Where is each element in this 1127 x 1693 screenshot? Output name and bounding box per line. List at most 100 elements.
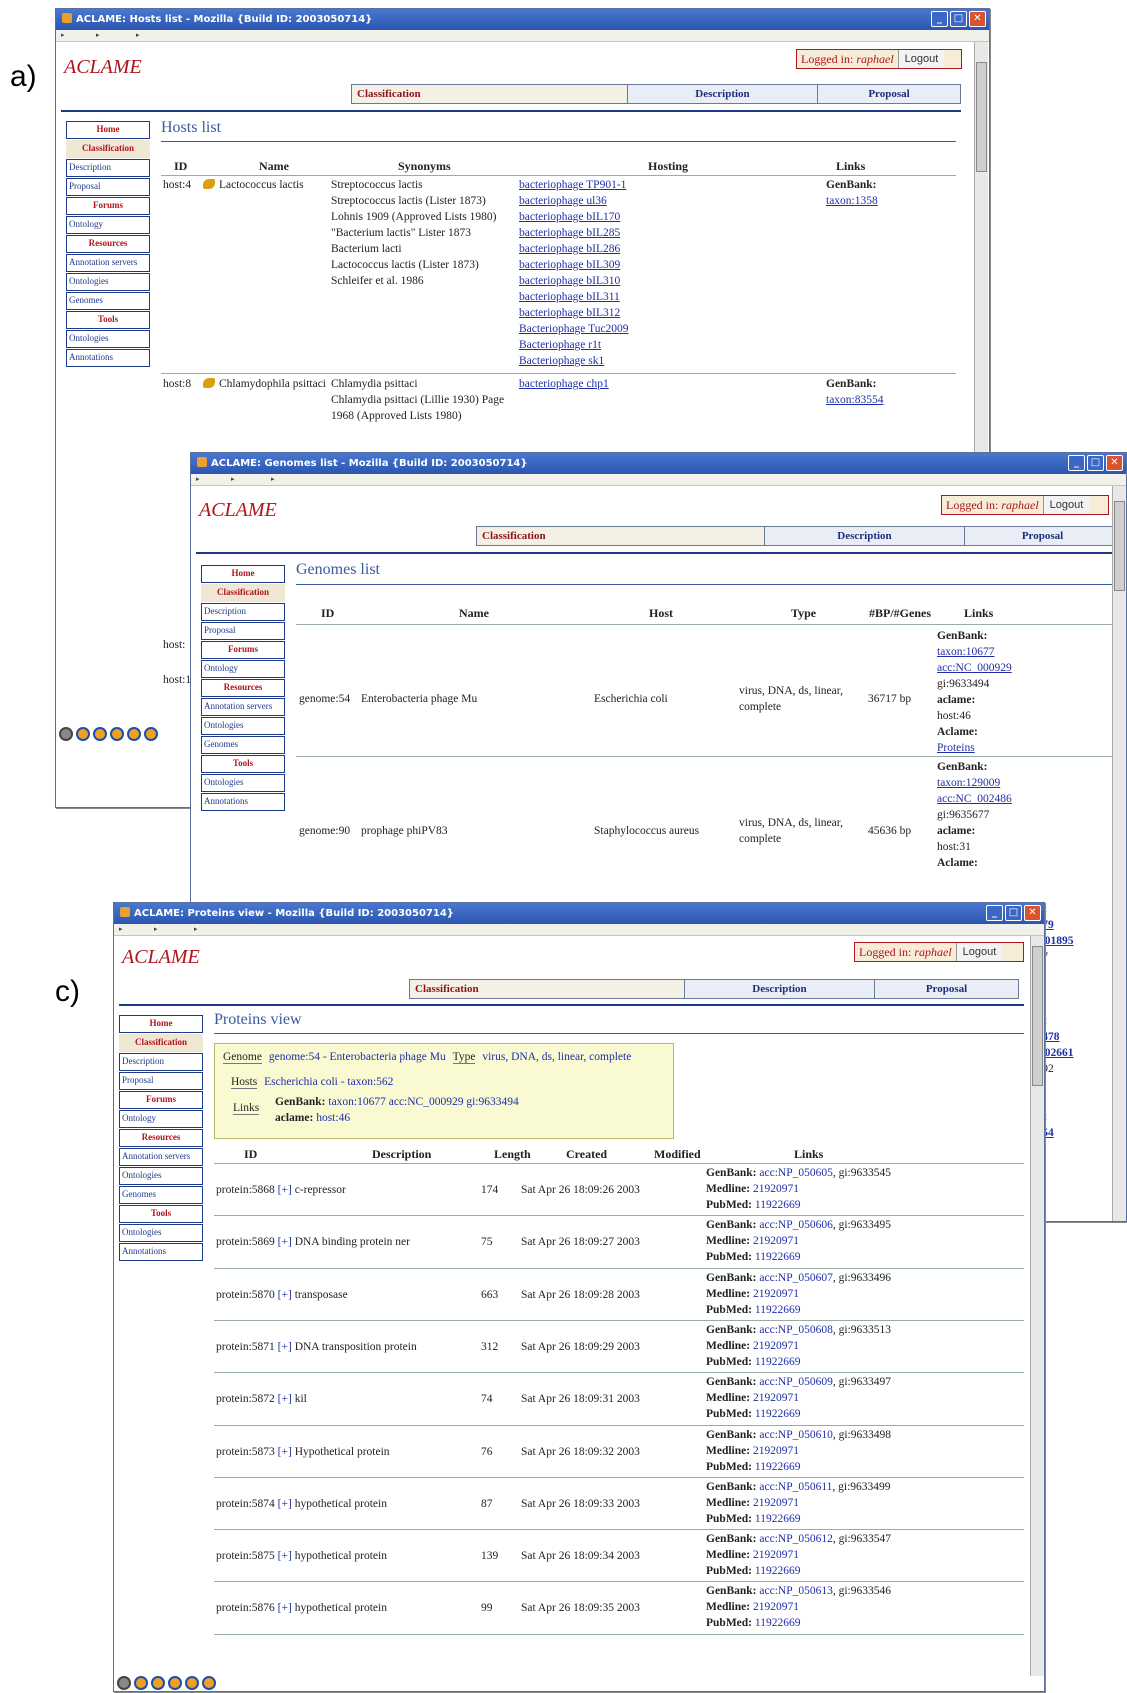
close-button[interactable]: ✕ [1106, 455, 1123, 471]
hosting-link[interactable]: bacteriophage bIL311 [519, 289, 629, 305]
protein-id[interactable]: protein:5873 [216, 1446, 275, 1458]
tab-proposal[interactable]: Proposal [875, 980, 1018, 998]
aclame-value[interactable]: host:46 [316, 1112, 350, 1124]
hosting-link[interactable]: bacteriophage bIL310 [519, 273, 629, 289]
medline-link[interactable]: 21920971 [753, 1392, 799, 1404]
sidebar-item-genomes[interactable]: Genomes [201, 736, 285, 754]
tab-description[interactable]: Description [685, 980, 875, 998]
pubmed-link[interactable]: 11922669 [755, 1251, 801, 1263]
status-icon[interactable] [117, 1676, 131, 1690]
medline-link[interactable]: 21920971 [753, 1601, 799, 1613]
sidebar-item-ontology[interactable]: Ontology [66, 216, 150, 234]
acc-link[interactable]: acc:NC_000929 [937, 660, 1012, 676]
sidebar-item-resources[interactable]: Resources [119, 1129, 203, 1147]
aclame-logo[interactable]: ACLAME [199, 499, 277, 522]
sidebar-item-ontologies[interactable]: Ontologies [119, 1224, 203, 1242]
acc-link[interactable]: acc:NC_002486 [937, 791, 1012, 807]
logout-button[interactable]: Logout [955, 943, 1003, 961]
hosting-link[interactable]: bacteriophage ul36 [519, 193, 629, 209]
logout-button[interactable]: Logout [1042, 496, 1090, 514]
expand-toggle[interactable]: [+] [278, 1550, 292, 1562]
taxon-link[interactable]: taxon:10677 [937, 644, 1012, 660]
hosting-link[interactable]: Bacteriophage r1t [519, 337, 629, 353]
sidebar-item-forums[interactable]: Forums [119, 1091, 203, 1109]
sidebar-item-annotation-servers[interactable]: Annotation servers [201, 698, 285, 716]
sidebar-item-proposal[interactable]: Proposal [66, 178, 150, 196]
protein-id[interactable]: protein:5870 [216, 1289, 275, 1301]
sidebar-item-proposal[interactable]: Proposal [119, 1072, 203, 1090]
hosting-link[interactable]: bacteriophage bIL312 [519, 305, 629, 321]
protein-id[interactable]: protein:5872 [216, 1393, 275, 1405]
medline-link[interactable]: 21920971 [753, 1549, 799, 1561]
sidebar-item-description[interactable]: Description [201, 603, 285, 621]
sidebar-item-annotations[interactable]: Annotations [119, 1243, 203, 1261]
taxon-link[interactable]: taxon:129009 [937, 775, 1012, 791]
sidebar-item-annotation-servers[interactable]: Annotation servers [119, 1148, 203, 1166]
hosting-link[interactable]: Bacteriophage sk1 [519, 353, 629, 369]
sidebar-item-classification[interactable]: Classification [201, 584, 285, 602]
sidebar-item-classification[interactable]: Classification [66, 140, 150, 158]
acc-link[interactable]: acc:NP_050607 [759, 1272, 832, 1284]
composer-icon[interactable] [110, 727, 124, 741]
acc-link[interactable]: acc:NP_050612 [759, 1533, 832, 1545]
genome-value[interactable]: genome:54 - Enterobacteria phage Mu [269, 1051, 446, 1063]
chat-icon[interactable] [185, 1676, 199, 1690]
mail-icon[interactable] [93, 727, 107, 741]
acc-link[interactable]: acc:NP_050605 [759, 1167, 832, 1179]
sidebar-item-ontology[interactable]: Ontology [201, 660, 285, 678]
acc-link[interactable]: acc:NP_050611 [759, 1481, 832, 1493]
acc-link[interactable]: acc:NP_050610 [759, 1429, 832, 1441]
acc-link[interactable]: acc:NP_050613 [759, 1585, 832, 1597]
expand-toggle[interactable]: [+] [278, 1393, 292, 1405]
tab-description[interactable]: Description [765, 527, 965, 545]
sidebar-item-home[interactable]: Home [66, 121, 150, 139]
pubmed-link[interactable]: 11922669 [755, 1565, 801, 1577]
tab-description[interactable]: Description [628, 85, 818, 103]
sidebar-item-ontology[interactable]: Ontology [119, 1110, 203, 1128]
sidebar-item-home[interactable]: Home [201, 565, 285, 583]
expand-toggle[interactable]: [+] [278, 1446, 292, 1458]
sidebar-item-annotations[interactable]: Annotations [66, 349, 150, 367]
aclame-logo[interactable]: ACLAME [122, 946, 200, 969]
hosting-link[interactable]: bacteriophage bIL309 [519, 257, 629, 273]
sidebar-item-genomes[interactable]: Genomes [66, 292, 150, 310]
sidebar-item-description[interactable]: Description [66, 159, 150, 177]
pubmed-link[interactable]: 11922669 [755, 1461, 801, 1473]
scrollbar[interactable] [1030, 936, 1044, 1676]
scroll-thumb[interactable] [1114, 501, 1125, 591]
medline-link[interactable]: 21920971 [753, 1497, 799, 1509]
maximize-button[interactable]: □ [1005, 905, 1022, 921]
address-book-icon[interactable] [144, 727, 158, 741]
aclame-logo[interactable]: ACLAME [64, 56, 142, 79]
hosting-link[interactable]: bacteriophage bIL285 [519, 225, 629, 241]
protein-id[interactable]: protein:5876 [216, 1602, 275, 1614]
sidebar-item-tools[interactable]: Tools [66, 311, 150, 329]
status-icon[interactable] [59, 727, 73, 741]
scroll-thumb[interactable] [1032, 946, 1043, 1086]
pubmed-link[interactable]: 11922669 [755, 1199, 801, 1211]
minimize-button[interactable]: _ [986, 905, 1003, 921]
hosting-link[interactable]: bacteriophage chp1 [519, 376, 609, 392]
sidebar-item-annotation-servers[interactable]: Annotation servers [66, 254, 150, 272]
sidebar-item-classification[interactable]: Classification [119, 1034, 203, 1052]
chat-icon[interactable] [127, 727, 141, 741]
sidebar-item-forums[interactable]: Forums [201, 641, 285, 659]
sidebar-item-proposal[interactable]: Proposal [201, 622, 285, 640]
protein-id[interactable]: protein:5869 [216, 1236, 275, 1248]
protein-id[interactable]: protein:5871 [216, 1341, 275, 1353]
sidebar-item-forums[interactable]: Forums [66, 197, 150, 215]
sidebar-item-genomes[interactable]: Genomes [119, 1186, 203, 1204]
acc-link[interactable]: acc:NP_050606 [759, 1219, 832, 1231]
expand-toggle[interactable]: [+] [278, 1602, 292, 1614]
sidebar-item-ontologies[interactable]: Ontologies [66, 273, 150, 291]
expand-toggle[interactable]: [+] [278, 1341, 292, 1353]
sidebar-item-tools[interactable]: Tools [119, 1205, 203, 1223]
sidebar-item-description[interactable]: Description [119, 1053, 203, 1071]
pubmed-link[interactable]: 11922669 [755, 1304, 801, 1316]
medline-link[interactable]: 21920971 [753, 1340, 799, 1352]
close-button[interactable]: ✕ [1024, 905, 1041, 921]
navigator-icon[interactable] [76, 727, 90, 741]
sidebar-item-tools[interactable]: Tools [201, 755, 285, 773]
hosting-link[interactable]: bacteriophage bIL170 [519, 209, 629, 225]
tab-proposal[interactable]: Proposal [818, 85, 960, 103]
